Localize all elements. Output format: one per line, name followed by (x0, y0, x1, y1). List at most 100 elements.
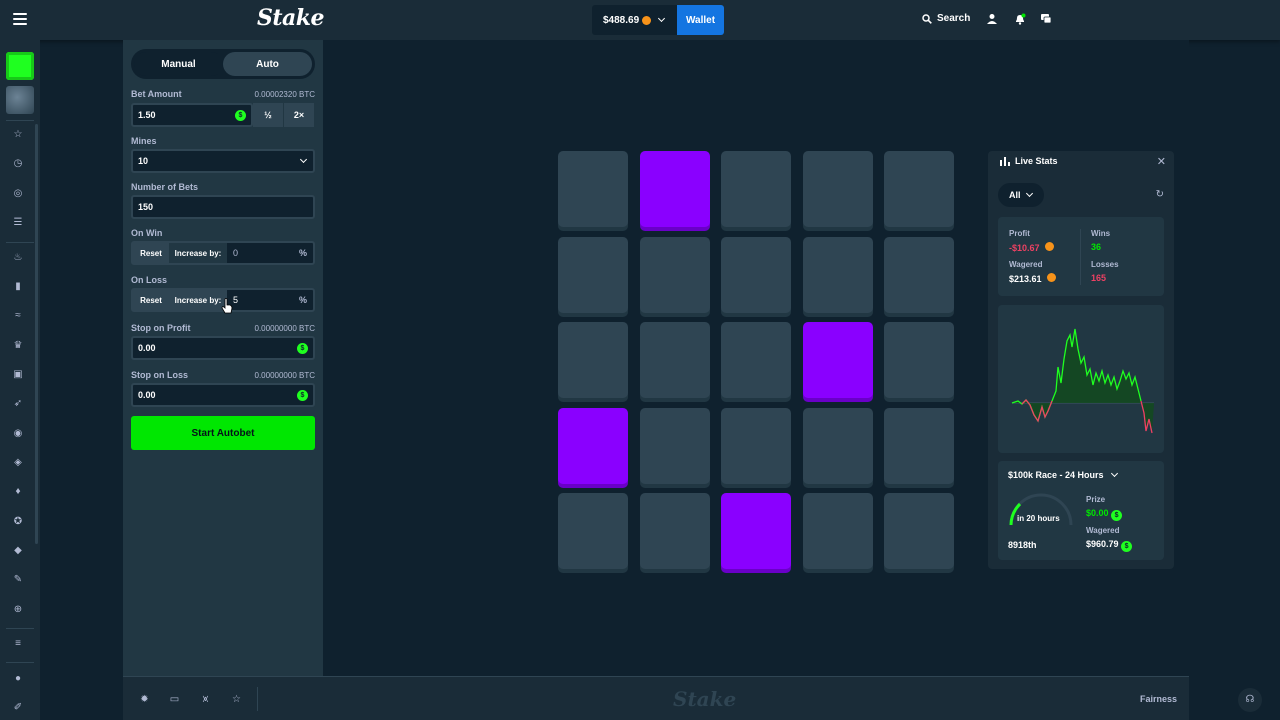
chevron-down-icon (658, 14, 666, 23)
mine-tile[interactable] (802, 151, 873, 227)
race-header[interactable]: $100k Race - 24 Hours (1008, 469, 1118, 480)
fairness-link[interactable]: Fairness (1140, 694, 1177, 704)
chat-icon[interactable] (1040, 13, 1052, 25)
edit-icon[interactable]: ✐ (12, 702, 24, 714)
menu-icon[interactable] (13, 13, 27, 25)
drop-icon[interactable]: ♦ (12, 486, 24, 498)
on-win-input[interactable]: 0 (227, 248, 299, 258)
mine-tile[interactable] (558, 151, 628, 227)
mine-tile[interactable] (884, 493, 954, 569)
flame-icon[interactable]: ♨ (12, 252, 24, 264)
chart-icon[interactable]: ≈ (12, 310, 24, 322)
mine-tile[interactable] (802, 236, 873, 313)
wagered-label: Wagered (1009, 260, 1043, 269)
on-loss-increase-button[interactable]: Increase by: (169, 290, 227, 310)
double-bet-button[interactable]: 2× (284, 103, 314, 127)
mine-tile-gem[interactable] (721, 493, 791, 569)
stop-on-profit-input[interactable]: 0.00 $ (131, 336, 315, 360)
favourite-star-icon[interactable]: ☆ (231, 694, 242, 705)
mine-tile[interactable] (721, 322, 791, 398)
mines-game-thumbnail[interactable] (6, 52, 34, 80)
stake-logo[interactable]: Stake (257, 5, 325, 31)
mine-tile[interactable] (639, 407, 710, 484)
poker-icon[interactable]: ✪ (12, 516, 24, 528)
tab-auto[interactable]: Auto (223, 52, 312, 76)
losses-value: 165 (1091, 273, 1107, 283)
mine-tile[interactable] (639, 322, 710, 398)
game-thumbnail[interactable] (6, 86, 34, 114)
mine-tile-gem[interactable] (558, 407, 628, 484)
rail-divider (6, 242, 34, 243)
mine-tile-gem[interactable] (802, 322, 873, 398)
tool-icon[interactable]: ✎ (12, 574, 24, 586)
start-autobet-button[interactable]: Start Autobet (131, 416, 315, 450)
on-win-reset-button[interactable]: Reset (133, 243, 169, 263)
usd-coin-icon: $ (1111, 510, 1123, 521)
on-win-increase-button[interactable]: Increase by: (169, 243, 227, 263)
theatre-mode-icon[interactable]: ▭ (169, 694, 180, 705)
profit-chart-svg (1011, 328, 1154, 434)
rail-scrollbar[interactable] (35, 124, 38, 544)
mine-tile[interactable] (721, 407, 791, 484)
mine-tile[interactable] (884, 322, 954, 398)
on-loss-reset-button[interactable]: Reset (133, 290, 169, 310)
stop-on-loss-input[interactable]: 0.00 $ (131, 383, 315, 407)
bet-amount-label: Bet Amount (131, 89, 182, 99)
close-icon[interactable]: ✕ (1157, 155, 1166, 168)
tag-icon[interactable]: ◈ (12, 457, 24, 469)
bet-amount-input[interactable]: 1.50 $ (131, 103, 253, 127)
stats-summary: Profit -$10.67 Wagered $213.61 Wins 36 L… (998, 217, 1164, 296)
on-win-percent: % (298, 248, 307, 258)
on-loss-input[interactable]: 5 (227, 295, 299, 305)
shield-icon[interactable]: ◆ (12, 545, 24, 557)
star-icon[interactable]: ☆ (12, 129, 24, 141)
live-stats-panel: Live Stats ✕ All ↻ Profit -$10.67 Wagere… (988, 151, 1174, 569)
live-icon[interactable]: ◉ (12, 428, 24, 440)
mine-tile[interactable] (884, 236, 954, 313)
rocket-icon[interactable]: ➶ (12, 398, 24, 410)
bookmark-icon[interactable]: ▮ (12, 281, 24, 293)
mine-tile[interactable] (721, 151, 791, 227)
account-icon[interactable]: ● (12, 673, 24, 685)
mine-tile[interactable] (802, 493, 873, 569)
tab-manual[interactable]: Manual (134, 52, 223, 76)
mine-tile-gem[interactable] (639, 151, 710, 227)
list-icon[interactable]: ☰ (12, 217, 24, 229)
globe-icon[interactable]: ⊕ (12, 604, 24, 616)
mine-tile[interactable] (884, 151, 954, 227)
user-icon[interactable] (986, 13, 998, 25)
history-icon[interactable]: ◷ (12, 158, 24, 170)
race-widget[interactable]: $100k Race - 24 Hours in 20 hours 8918th… (998, 461, 1164, 560)
half-bet-button[interactable]: ½ (253, 103, 283, 127)
stop-on-profit-btc: 0.00000000 BTC (254, 324, 316, 333)
on-loss-label: On Loss (131, 275, 168, 285)
refresh-icon[interactable]: ↻ (1156, 189, 1164, 200)
mine-tile[interactable] (558, 493, 628, 569)
btc-coin-icon (642, 15, 652, 25)
target-icon[interactable]: ◎ (12, 188, 24, 200)
support-headset-icon[interactable]: ☊ (1238, 688, 1262, 712)
prize-label: Prize (1086, 495, 1106, 504)
gift-icon[interactable]: ▣ (12, 369, 24, 381)
number-of-bets-input[interactable]: 150 (131, 195, 315, 219)
search-button[interactable]: Search (922, 13, 970, 24)
balance-selector[interactable]: $488.69 (592, 5, 678, 35)
mine-tile[interactable] (639, 236, 710, 313)
stats-filter-select[interactable]: All (998, 183, 1044, 207)
mine-tile[interactable] (639, 493, 710, 569)
mine-tile[interactable] (721, 236, 791, 313)
slots-icon[interactable]: ♛ (12, 340, 24, 352)
wallet-button[interactable]: Wallet (677, 5, 724, 35)
settings-icon[interactable]: ✹ (139, 694, 150, 705)
footer-divider (257, 687, 258, 711)
mine-tile[interactable] (802, 407, 873, 484)
mines-select[interactable]: 10 (131, 149, 315, 173)
layers-icon[interactable]: ≡ (12, 638, 24, 650)
mine-tile[interactable] (884, 407, 954, 484)
mine-tile[interactable] (558, 236, 628, 313)
chevron-down-icon (1110, 469, 1118, 478)
mine-tile[interactable] (558, 322, 628, 398)
notification-bell-icon[interactable] (1014, 13, 1026, 25)
stats-icon[interactable]: ⩙ (200, 694, 211, 705)
stop-on-profit-label: Stop on Profit (131, 323, 191, 333)
